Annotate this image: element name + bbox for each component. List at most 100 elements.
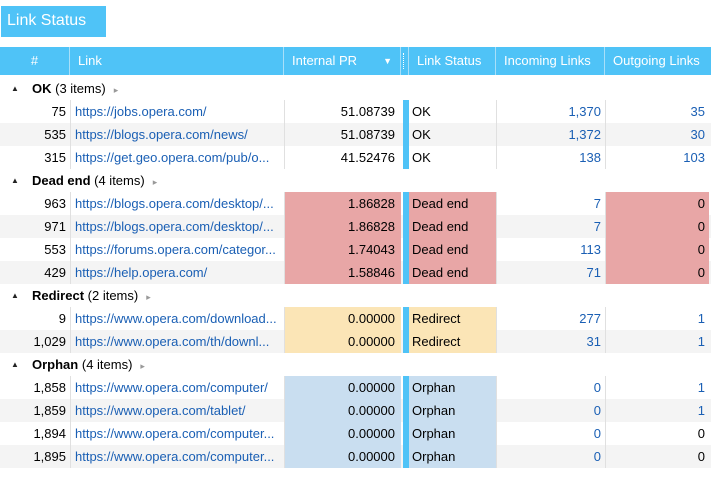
row-outgoing-links[interactable]: 1 <box>605 399 709 422</box>
table-row[interactable]: 75 https://jobs.opera.com/51.08739 OK 1,370… <box>0 100 711 123</box>
table-row[interactable]: 429 https://help.opera.com/1.58846 Dead en… <box>0 261 711 284</box>
row-link[interactable]: https://www.opera.com/computer... <box>70 445 284 468</box>
table-row[interactable]: 553 https://forums.opera.com/categor... 1.… <box>0 238 711 261</box>
row-link[interactable]: https://blogs.opera.com/news/ <box>70 123 284 146</box>
row-incoming-links[interactable]: 7 <box>496 192 605 215</box>
row-incoming-links[interactable]: 7 <box>496 215 605 238</box>
collapse-caret-icon[interactable]: ▲ <box>11 169 19 192</box>
row-link-status: Orphan <box>409 399 496 422</box>
table-row[interactable]: 9 https://www.opera.com/download... 0.0000… <box>0 307 711 330</box>
group-header[interactable]: ▲ Redirect (2 items) ▸ <box>0 284 711 307</box>
row-link-status: OK <box>412 150 431 165</box>
row-internal-pr: 0.00000 <box>284 376 401 399</box>
row-outgoing-links[interactable]: 1 <box>605 330 709 353</box>
row-internal-pr: 1.86828 <box>284 215 401 238</box>
table-row[interactable]: 1,858 https://www.opera.com/computer/0.00… <box>0 376 711 399</box>
row-number: 75 <box>51 104 66 119</box>
row-number: 1,858 <box>33 380 66 395</box>
table-header: # Link Internal PR ▼ Link Status Incomin… <box>0 47 711 75</box>
collapse-caret-icon[interactable]: ▲ <box>11 353 19 376</box>
row-link-status: Dead end <box>409 192 496 215</box>
row-incoming-links[interactable]: 138 <box>496 146 605 169</box>
expand-arrow-icon[interactable]: ▸ <box>114 85 119 95</box>
group-label: Dead end (4 items) ▸ <box>32 169 157 194</box>
row-link[interactable]: https://www.opera.com/th/downl... <box>70 330 284 353</box>
group-name: Dead end <box>32 173 91 188</box>
row-number: 1,894 <box>33 426 66 441</box>
row-link[interactable]: https://www.opera.com/computer/ <box>70 376 284 399</box>
row-link-status: Dead end <box>409 261 496 284</box>
row-outgoing-links[interactable]: 1 <box>605 376 709 399</box>
group-header[interactable]: ▲ Dead end (4 items) ▸ <box>0 169 711 192</box>
row-incoming-links[interactable]: 1,370 <box>496 100 605 123</box>
table-row[interactable]: 1,894 https://www.opera.com/computer... 0.… <box>0 422 711 445</box>
row-link[interactable]: https://www.opera.com/computer... <box>70 422 284 445</box>
row-outgoing-links[interactable]: 30 <box>605 123 709 146</box>
row-link[interactable]: https://www.opera.com/tablet/ <box>70 399 284 422</box>
row-link[interactable]: https://www.opera.com/download... <box>70 307 284 330</box>
column-header-link-status[interactable]: Link Status <box>409 47 496 75</box>
column-header-internal-pr[interactable]: Internal PR ▼ <box>284 47 401 75</box>
table-row[interactable]: 535 https://blogs.opera.com/news/51.08739… <box>0 123 711 146</box>
table-row[interactable]: 1,029 https://www.opera.com/th/downl... 0.… <box>0 330 711 353</box>
row-link[interactable]: https://forums.opera.com/categor... <box>70 238 284 261</box>
row-internal-pr: 1.86828 <box>284 192 401 215</box>
row-internal-pr: 0.00000 <box>284 445 401 468</box>
column-header-number[interactable]: # <box>0 47 70 75</box>
group-header[interactable]: ▲ OK (3 items) ▸ <box>0 77 711 100</box>
row-outgoing-links: 0 <box>605 238 709 261</box>
row-outgoing-links: 0 <box>605 215 709 238</box>
row-internal-pr: 1.58846 <box>284 261 401 284</box>
group-name: OK <box>32 81 52 96</box>
table-row[interactable]: 971 https://blogs.opera.com/desktop/... 1.… <box>0 215 711 238</box>
column-header-link[interactable]: Link <box>70 47 284 75</box>
group-name: Redirect <box>32 288 85 303</box>
row-number: 1,859 <box>33 403 66 418</box>
row-outgoing-links[interactable]: 103 <box>605 146 709 169</box>
row-incoming-links[interactable]: 0 <box>496 376 605 399</box>
resize-grip-icon <box>403 53 404 69</box>
expand-arrow-icon[interactable]: ▸ <box>146 292 151 302</box>
row-number: 535 <box>44 127 66 142</box>
row-incoming-links[interactable]: 0 <box>496 445 605 468</box>
row-outgoing-links: 0 <box>605 445 709 468</box>
row-incoming-links[interactable]: 277 <box>496 307 605 330</box>
row-link[interactable]: https://blogs.opera.com/desktop/... <box>70 192 284 215</box>
table-row[interactable]: 963 https://blogs.opera.com/desktop/... 1.… <box>0 192 711 215</box>
row-number: 553 <box>44 242 66 257</box>
row-link[interactable]: https://help.opera.com/ <box>70 261 284 284</box>
expand-arrow-icon[interactable]: ▸ <box>140 361 145 371</box>
row-link-status: Dead end <box>409 215 496 238</box>
column-header-incoming-links[interactable]: Incoming Links <box>496 47 605 75</box>
column-header-outgoing-links[interactable]: Outgoing Links <box>605 47 711 75</box>
row-internal-pr: 1.74043 <box>284 238 401 261</box>
row-outgoing-links[interactable]: 35 <box>605 100 709 123</box>
row-incoming-links[interactable]: 71 <box>496 261 605 284</box>
report-title-tab[interactable]: Link Status <box>1 6 106 37</box>
collapse-caret-icon[interactable]: ▲ <box>11 284 19 307</box>
row-link-status: Redirect <box>409 330 496 353</box>
row-link[interactable]: https://get.geo.opera.com/pub/o... <box>70 146 284 169</box>
table-row[interactable]: 1,859 https://www.opera.com/tablet/0.0000… <box>0 399 711 422</box>
row-incoming-links[interactable]: 113 <box>496 238 605 261</box>
group-header[interactable]: ▲ Orphan (4 items) ▸ <box>0 353 711 376</box>
table-row[interactable]: 1,895 https://www.opera.com/computer... 0.… <box>0 445 711 468</box>
collapse-caret-icon[interactable]: ▲ <box>11 77 19 100</box>
row-internal-pr: 51.08739 <box>284 123 401 146</box>
row-outgoing-links[interactable]: 1 <box>605 307 709 330</box>
group-label: Orphan (4 items) ▸ <box>32 353 145 378</box>
sort-descending-icon[interactable]: ▼ <box>383 47 392 75</box>
row-number: 315 <box>44 150 66 165</box>
row-incoming-links[interactable]: 1,372 <box>496 123 605 146</box>
row-incoming-links[interactable]: 0 <box>496 399 605 422</box>
row-link-status: Orphan <box>409 422 496 445</box>
row-link-status: Dead end <box>409 238 496 261</box>
row-link[interactable]: https://blogs.opera.com/desktop/... <box>70 215 284 238</box>
row-link[interactable]: https://jobs.opera.com/ <box>70 100 284 123</box>
table-row[interactable]: 315 https://get.geo.opera.com/pub/o... 41.… <box>0 146 711 169</box>
expand-arrow-icon[interactable]: ▸ <box>153 177 158 187</box>
group-label: Redirect (2 items) ▸ <box>32 284 151 309</box>
column-resize-handle[interactable] <box>401 47 409 75</box>
row-incoming-links[interactable]: 31 <box>496 330 605 353</box>
row-incoming-links[interactable]: 0 <box>496 422 605 445</box>
